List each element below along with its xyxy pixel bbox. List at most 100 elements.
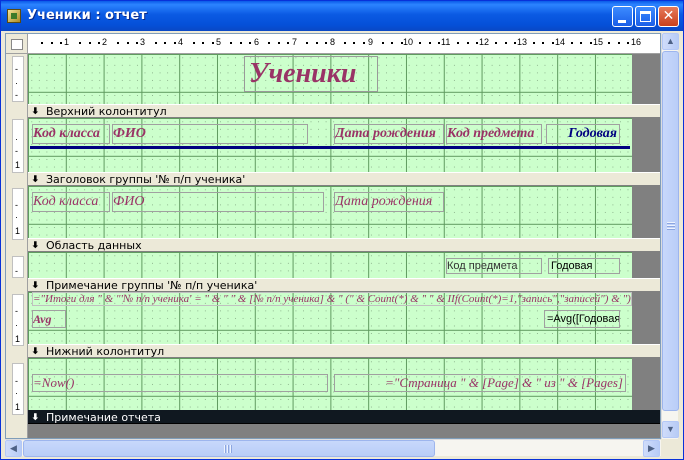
- header-divider-line[interactable]: [30, 146, 630, 149]
- page-number-expression[interactable]: ="Страница " & [Page] & " из " & [Pages]: [334, 374, 626, 392]
- scroll-left-button[interactable]: ◀: [5, 440, 22, 457]
- ruler-mark: ·: [15, 212, 18, 222]
- detail-section[interactable]: Код предмета Годовая: [28, 252, 632, 278]
- ruler-tick: [513, 42, 516, 44]
- page-header-field[interactable]: Дата рождения: [334, 124, 444, 144]
- ruler-tick: [126, 42, 129, 44]
- ruler-number: 5: [216, 37, 222, 47]
- report-footer-bar[interactable]: 🠯 Примечание отчета: [28, 410, 660, 424]
- group-header-bar[interactable]: 🠯 Заголовок группы '№ п/п ученика': [28, 172, 660, 186]
- report-selector[interactable]: [6, 34, 28, 54]
- ruler-number: 7: [292, 37, 298, 47]
- ruler-mark: -: [15, 306, 18, 316]
- ruler-number: 12: [479, 37, 490, 47]
- ruler-tick: [41, 42, 44, 44]
- ruler-mark: ·: [15, 134, 18, 144]
- ruler-tick: [315, 42, 318, 44]
- ruler-number: 3: [140, 37, 146, 47]
- ruler-number: 8: [330, 37, 336, 47]
- page-header-field[interactable]: Код класса: [32, 124, 110, 144]
- group-header-field[interactable]: ФИО: [112, 192, 324, 212]
- ruler-number: 16: [631, 37, 642, 47]
- ruler-tick: [249, 42, 252, 44]
- avg-label[interactable]: Avg: [32, 310, 66, 328]
- scroll-right-button[interactable]: ▶: [643, 440, 660, 457]
- avg-expression[interactable]: =Avg([Годовая]): [544, 310, 620, 328]
- ruler-mark: -: [15, 90, 18, 100]
- page-header-bar[interactable]: 🠯 Верхний колонтитул: [28, 104, 660, 118]
- ruler-mark: ·: [15, 78, 18, 88]
- group-footer-bar[interactable]: 🠯 Примечание группы '№ п/п ученика': [28, 278, 660, 292]
- title-bar[interactable]: Ученики : отчет ✕: [1, 1, 683, 31]
- ruler-tick: [324, 42, 327, 44]
- detail-field[interactable]: Код предмета: [446, 258, 542, 274]
- ruler-number: 14: [555, 37, 566, 47]
- ruler-tick: [608, 42, 611, 44]
- minimize-button[interactable]: [612, 6, 633, 27]
- page-header-field[interactable]: Код предмета: [446, 124, 542, 144]
- detail-bar[interactable]: 🠯 Область данных: [28, 238, 660, 252]
- ruler-tick: [88, 42, 91, 44]
- ruler-tick: [381, 42, 384, 44]
- ruler-tick: [277, 42, 280, 44]
- ruler-mark: -: [15, 200, 18, 210]
- report-header-section[interactable]: Ученики: [28, 54, 632, 104]
- maximize-button[interactable]: [635, 6, 656, 27]
- page-header-field[interactable]: ФИО: [112, 124, 308, 144]
- group-header-field[interactable]: Дата рождения: [334, 192, 444, 212]
- ruler-mark: ·: [15, 320, 18, 330]
- size-grip[interactable]: [661, 439, 678, 456]
- ruler-tick: [400, 42, 403, 44]
- page-footer-section[interactable]: =Now() ="Страница " & [Page] & " из " & …: [28, 358, 632, 410]
- section-label: Заголовок группы '№ п/п ученика': [46, 173, 246, 186]
- ruler-number: 10: [403, 37, 414, 47]
- section-arrow-icon: 🠯: [32, 240, 39, 251]
- ruler-tick: [192, 42, 195, 44]
- ruler-tick: [135, 42, 138, 44]
- ruler-number: 4: [178, 37, 184, 47]
- page-footer-bar[interactable]: 🠯 Нижний колонтитул: [28, 344, 660, 358]
- section-label: Нижний колонтитул: [46, 345, 165, 358]
- ruler-number: 13: [517, 37, 528, 47]
- horizontal-scroll-thumb[interactable]: [23, 440, 435, 457]
- summary-expression[interactable]: ="Итоги для " & "'№ п/п ученика' = " & "…: [32, 292, 632, 306]
- ruler-tick: [438, 42, 441, 44]
- vertical-scroll-thumb[interactable]: [662, 51, 679, 411]
- grip-icon: [667, 222, 675, 230]
- ruler-tick: [268, 42, 271, 44]
- detail-field[interactable]: Годовая: [548, 258, 620, 274]
- ruler-tick: [570, 42, 573, 44]
- scroll-down-button[interactable]: ▼: [662, 421, 679, 438]
- ruler-tick: [589, 42, 592, 44]
- ruler-tick: [428, 42, 431, 44]
- ruler-tick: [98, 42, 101, 44]
- report-design-area: 1 2 3 4 5 6 7 8 9 10 11 12 13 14 15 16 -…: [5, 33, 661, 439]
- vertical-scrollbar[interactable]: ▲ ▼: [661, 33, 679, 439]
- ruler-tick: [532, 42, 535, 44]
- maximize-icon: [640, 11, 651, 22]
- ruler-tick: [79, 42, 82, 44]
- close-button[interactable]: ✕: [658, 6, 679, 27]
- section-label: Примечание отчета: [46, 411, 161, 424]
- group-header-section[interactable]: Код класса ФИО Дата рождения: [28, 186, 632, 238]
- report-title[interactable]: Ученики: [244, 56, 378, 92]
- section-arrow-icon: 🠯: [32, 412, 39, 423]
- ruler-number: 11: [441, 37, 451, 47]
- minimize-icon: [618, 20, 626, 23]
- ruler-tick: [419, 42, 422, 44]
- page-header-section[interactable]: Код класса ФИО Дата рождения Код предмет…: [28, 118, 632, 172]
- scroll-up-button[interactable]: ▲: [662, 33, 679, 50]
- vertical-ruler[interactable]: - · - · - 1 - · 1 - - · 1 - · 1: [6, 54, 28, 438]
- horizontal-ruler[interactable]: 1 2 3 4 5 6 7 8 9 10 11 12 13 14 15 16: [28, 34, 660, 54]
- now-expression[interactable]: =Now(): [32, 374, 328, 392]
- section-arrow-icon: 🠯: [32, 280, 39, 291]
- group-footer-section[interactable]: ="Итоги для " & "'№ п/п ученика' = " & "…: [28, 292, 632, 344]
- page-header-field[interactable]: Годовая: [546, 124, 620, 144]
- ruler-mark: ·: [15, 388, 18, 398]
- ruler-tick: [617, 42, 620, 44]
- horizontal-scrollbar[interactable]: ◀ ▶: [5, 439, 661, 457]
- section-arrow-icon: 🠯: [32, 106, 39, 117]
- ruler-mark: 1: [15, 160, 21, 170]
- ruler-tick: [457, 42, 460, 44]
- group-header-field[interactable]: Код класса: [32, 192, 110, 212]
